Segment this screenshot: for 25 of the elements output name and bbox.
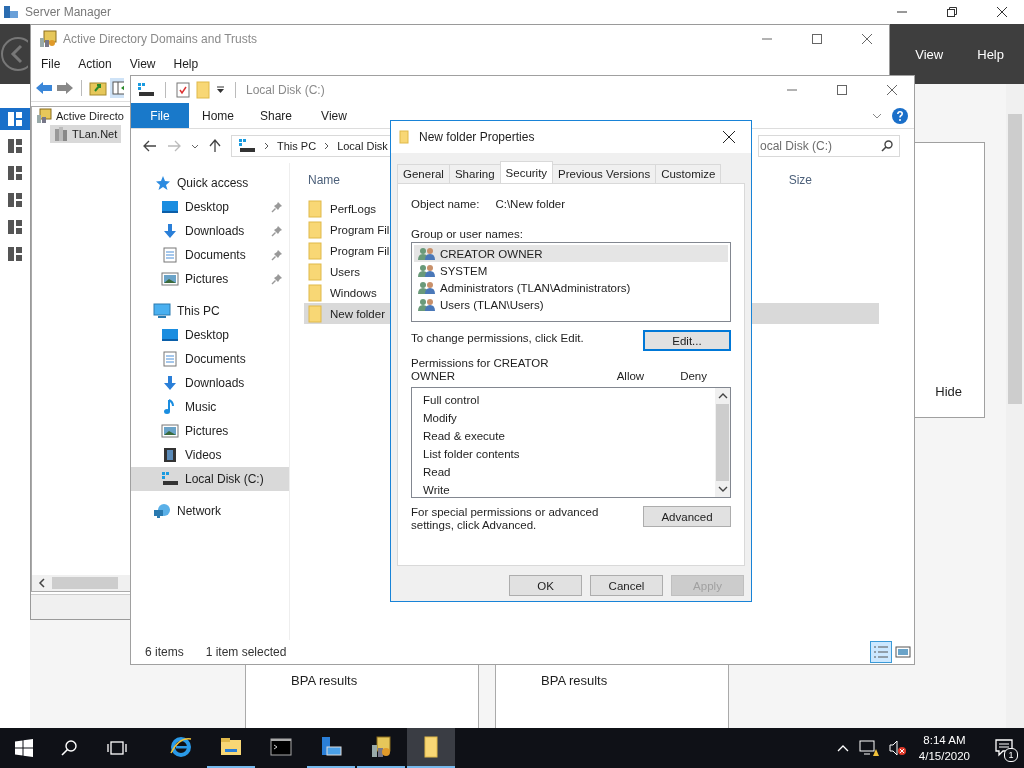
time-text: 8:14 AM [923, 733, 966, 748]
window-title: Local Disk (C:) [246, 82, 325, 97]
list-label: Permissions for CREATOR OWNER [411, 357, 550, 383]
field-value: C:\New folder [495, 198, 566, 210]
tile-title: BPA results [291, 673, 358, 688]
permission-name: Modify [423, 411, 458, 426]
notification-count: 1 [1004, 748, 1018, 762]
hint-text: To change permissions, click Edit. [411, 332, 584, 344]
tile-title: BPA results [541, 673, 608, 688]
permission-name: Write [423, 483, 451, 498]
permission-name: List folder contents [423, 447, 521, 462]
dialog-title: New folder Properties [419, 130, 535, 144]
list-label: Group or user names: [411, 228, 524, 240]
window-title: Active Directory Domains and Trusts [63, 32, 258, 46]
item-count: 6 items [145, 645, 184, 659]
permission-name: Full control [423, 393, 481, 408]
window-title: Server Manager [25, 5, 112, 19]
selection-count: 1 item selected [205, 645, 287, 659]
column-header: Allow [616, 370, 645, 383]
field-label: Object name: [411, 198, 480, 210]
column-header: Deny [680, 370, 707, 383]
permission-name: Read [423, 465, 452, 480]
permission-name: Read & execute [423, 429, 506, 444]
date-text: 4/15/2020 [918, 749, 970, 764]
hint-text: For special permissions or advanced settings, click Advanced. [411, 506, 600, 532]
